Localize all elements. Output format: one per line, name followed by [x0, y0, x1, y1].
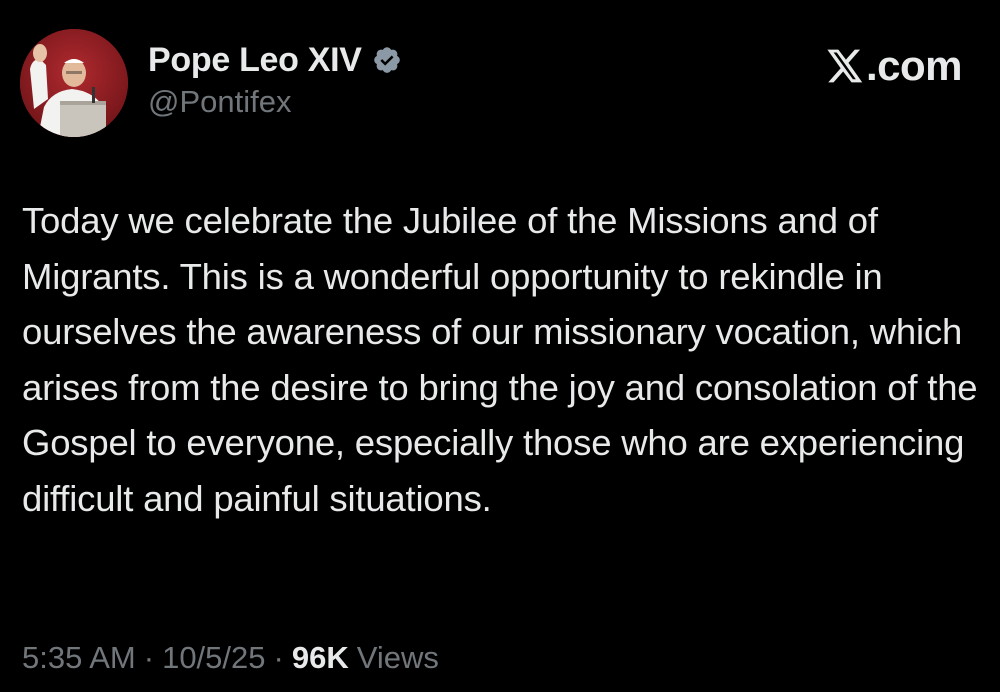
post-date[interactable]: 10/5/25 — [162, 640, 265, 676]
avatar[interactable] — [20, 29, 128, 137]
post-text: Today we celebrate the Jubilee of the Mi… — [22, 200, 978, 519]
post-meta: 5:35 AM · 10/5/25 · 96K Views — [22, 640, 439, 676]
verified-badge-icon[interactable] — [372, 45, 402, 75]
meta-separator: · — [273, 640, 284, 675]
profile-photo-icon — [20, 29, 128, 137]
x-com-logo: .com — [826, 42, 963, 90]
meta-separator: · — [143, 640, 155, 675]
views-count[interactable]: 96K — [292, 640, 349, 676]
post-card: Pope Leo XIV @Pontifex .com Today we cel… — [0, 0, 1000, 692]
author-display-name[interactable]: Pope Leo XIV — [148, 41, 362, 80]
x-logo-text: .com — [865, 42, 963, 89]
x-logo-icon — [827, 49, 863, 83]
author-handle[interactable]: @Pontifex — [148, 82, 402, 122]
views-label: Views — [356, 640, 439, 675]
author-name-row: Pope Leo XIV — [148, 38, 402, 82]
post-time[interactable]: 5:35 AM — [22, 640, 136, 676]
author-block: Pope Leo XIV @Pontifex — [148, 38, 402, 122]
